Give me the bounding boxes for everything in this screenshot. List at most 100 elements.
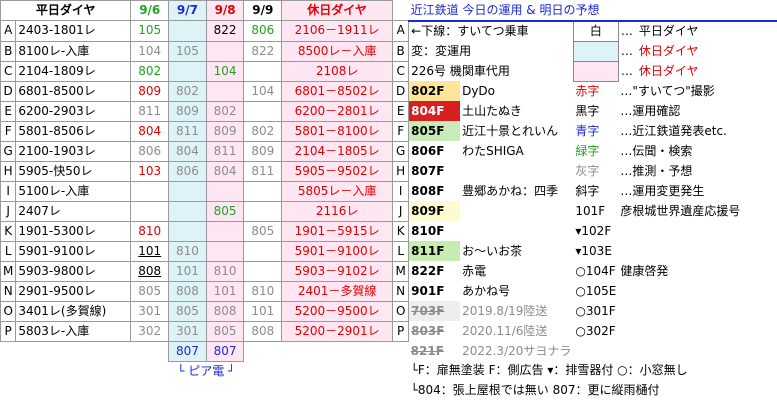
date-cell-2: 810 bbox=[168, 240, 207, 262]
color-key: 青字 bbox=[575, 123, 600, 138]
color-key: ○105E bbox=[575, 283, 617, 298]
car-number: 805F bbox=[408, 121, 461, 141]
row-letter-right: J bbox=[392, 200, 410, 222]
date-cell-3: 805 bbox=[205, 200, 245, 222]
color-desc: …"すいてつ"撮影 bbox=[620, 83, 715, 98]
legend-note: … 平日ダイヤ bbox=[618, 21, 777, 42]
car-number: 807F bbox=[408, 161, 461, 181]
car-number: 804F bbox=[408, 101, 461, 121]
date-cell-3: 805 bbox=[205, 320, 245, 342]
color-desc: …推測・予想 bbox=[620, 163, 693, 178]
date-cell-2: 804 bbox=[168, 140, 207, 162]
row-letter: K bbox=[0, 220, 17, 242]
date-cell-4: 809 bbox=[243, 140, 283, 162]
blank bbox=[393, 341, 409, 361]
date-cell-4: 104 bbox=[243, 80, 283, 102]
table-row: A 2403-1801レ 105 822 806 2106－1911レ A ←下線：すいてつ乗… bbox=[0, 20, 777, 42]
car-name: 2020.11/6陸送 bbox=[462, 323, 548, 338]
car-name: わたSHIGA bbox=[462, 143, 524, 158]
car-number: 803F bbox=[408, 321, 461, 341]
weekday-schedule: 5903-9800レ bbox=[15, 260, 132, 282]
row-letter-right: L bbox=[392, 240, 410, 262]
date-cell-1: 804 bbox=[130, 120, 170, 142]
row-letter: D bbox=[0, 80, 17, 102]
header-row: 平日ダイヤ 9/6 9/7 9/8 9/9 休日ダイヤ 近江鉄道 今日の運用 & 明日の予想 bbox=[0, 0, 777, 22]
color-desc: …運用変更発生 bbox=[620, 183, 705, 198]
color-key: 赤字 bbox=[575, 83, 600, 98]
operations-sheet: 平日ダイヤ 9/6 9/7 9/8 9/9 休日ダイヤ 近江鉄道 今日の運用 & 明日の予想… bbox=[0, 0, 777, 400]
color-desc: 彦根城世界遺産応援号 bbox=[620, 203, 741, 218]
car-name: 近江十景とれいん bbox=[462, 123, 559, 138]
date-cell-2: 811 bbox=[168, 120, 207, 142]
car-number: 810F bbox=[408, 221, 461, 241]
weekday-schedule: 1901-5300レ bbox=[15, 220, 132, 242]
holiday-schedule: 2104－1805レ bbox=[281, 140, 394, 162]
blank bbox=[131, 361, 169, 381]
date-cell-3 bbox=[205, 180, 245, 202]
date-cell-2: 105 bbox=[168, 40, 207, 62]
date-cell-2: 802 bbox=[168, 80, 207, 102]
color-desc: 健康啓発 bbox=[620, 263, 669, 278]
blank bbox=[393, 381, 409, 400]
row-letter-right: H bbox=[392, 160, 410, 182]
table-row: C 2104-1809レ 802 104 2108レ C 226号 機関車代用… 休日ダイヤ bbox=[0, 60, 777, 82]
table-row: H 5905-快50レ 103 806 804 811 5905－9502レ H 807F 灰字…… bbox=[0, 160, 777, 182]
date-cell-4 bbox=[243, 100, 283, 122]
table-row: J 2407レ 805 2116レ J 809F 101F 彦根城世界遺産応援号 bbox=[0, 200, 777, 222]
car-name: 赤電 bbox=[462, 263, 487, 278]
blank bbox=[282, 361, 393, 381]
weekday-schedule: 2403-1801レ bbox=[15, 20, 132, 42]
date-cell-2 bbox=[168, 200, 207, 222]
car-number: 808F bbox=[408, 181, 461, 201]
date-cell-1: 809 bbox=[130, 80, 170, 102]
date-cell-1: 806 bbox=[130, 140, 170, 162]
row-letter-right: I bbox=[392, 180, 410, 202]
holiday-schedule: 5200－9500レ bbox=[281, 300, 394, 322]
date-cell-4: 808 bbox=[243, 320, 283, 342]
legend-box bbox=[572, 40, 619, 62]
weekday-schedule: 5901-9100レ bbox=[15, 240, 132, 262]
date-cell-1: 301 bbox=[130, 300, 170, 322]
date-cell-1: 811 bbox=[130, 100, 170, 122]
row-letter: F bbox=[0, 120, 17, 142]
blank bbox=[16, 381, 131, 400]
color-key: 101F bbox=[575, 203, 606, 218]
legend-ellipsis: … bbox=[620, 23, 633, 38]
date-cell-3: 104 bbox=[205, 60, 245, 82]
color-desc: …近江鉄道発表etc. bbox=[620, 123, 727, 138]
holiday-header: 休日ダイヤ bbox=[281, 0, 394, 21]
table-row: O 3401レ(多賀線) 301 805 808 101 5200－9500レ O 703F 20… bbox=[0, 300, 777, 322]
weekday-schedule: 2407レ bbox=[15, 200, 132, 222]
extra-row: 807 807 821F 2022.3/20サヨナラ bbox=[1, 340, 777, 362]
color-desc bbox=[618, 301, 777, 321]
row-letter: M bbox=[0, 260, 17, 282]
holiday-schedule: 1901－5915レ bbox=[281, 220, 394, 242]
row-letter-right: O bbox=[392, 300, 410, 322]
table-row: K 1901-5300レ 810 805 1901－5915レ K 810F ▾102F bbox=[0, 220, 777, 242]
date-cell-3: 101 bbox=[205, 280, 245, 302]
holiday-schedule: 5901－9100レ bbox=[281, 240, 394, 262]
row-letter: E bbox=[0, 100, 17, 122]
date-cell-4 bbox=[243, 260, 283, 282]
weekday-schedule: 5100レ-入庫 bbox=[15, 180, 132, 202]
table-row: D 6801-8500レ 809 802 104 6801－8502レ D 802F DyDo 赤… bbox=[0, 80, 777, 102]
row-letter-right: G bbox=[392, 140, 410, 162]
blank bbox=[1, 341, 16, 361]
legend-ellipsis: … bbox=[620, 43, 633, 58]
holiday-schedule: 6801－8502レ bbox=[281, 80, 394, 102]
table-row: F 5801-8506レ 804 811 809 802 5801－8100レ F 805F 近江… bbox=[0, 120, 777, 142]
legend-diagram: 平日ダイヤ bbox=[638, 23, 699, 38]
date-cell-2: 301 bbox=[168, 320, 207, 342]
color-key: 灰字 bbox=[575, 163, 600, 178]
legend-diagram: 休日ダイヤ bbox=[638, 63, 699, 78]
row-letter-right: F bbox=[392, 120, 410, 142]
color-key: ▾103E bbox=[575, 243, 612, 258]
color-key: 黒字 bbox=[575, 103, 600, 118]
date-header-4: 9/9 bbox=[243, 0, 283, 21]
date-cell-1 bbox=[130, 200, 170, 222]
date-cell-1 bbox=[130, 180, 170, 202]
weekday-schedule: 5803レ-入庫 bbox=[15, 320, 132, 342]
extra-cell-3: 807 bbox=[205, 340, 245, 362]
blank bbox=[206, 381, 244, 400]
color-key: ▾102F bbox=[575, 223, 612, 238]
